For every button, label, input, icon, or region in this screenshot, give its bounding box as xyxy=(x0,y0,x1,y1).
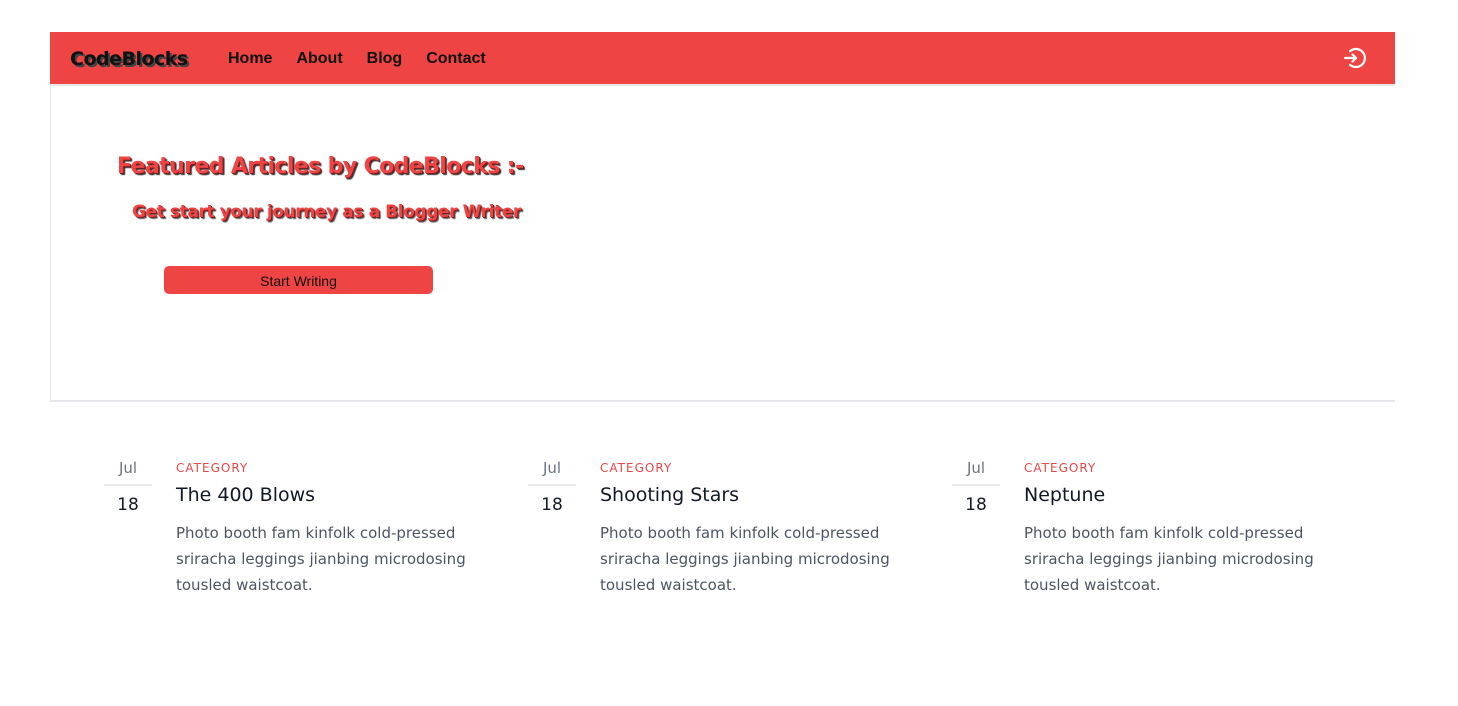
nav-links: Home About Blog Contact xyxy=(228,49,510,69)
post-category[interactable]: CATEGORY xyxy=(600,458,900,478)
login-icon[interactable] xyxy=(1341,45,1367,71)
login-arrow-circle-icon xyxy=(1343,47,1366,69)
hero-subtitle: Get start your journey as a Blogger Writ… xyxy=(132,202,521,222)
post-date-day: 18 xyxy=(117,495,139,515)
post-date-day: 18 xyxy=(541,495,563,515)
post-card: Jul 18 CATEGORY The 400 Blows Photo boot… xyxy=(104,458,484,608)
post-card: Jul 18 CATEGORY Neptune Photo booth fam … xyxy=(952,458,1332,608)
nav-link-home[interactable]: Home xyxy=(228,49,272,69)
hero-title: Featured Articles by CodeBlocks :- xyxy=(117,154,524,179)
post-date-month: Jul xyxy=(952,458,1000,486)
post-body: CATEGORY Shooting Stars Photo booth fam … xyxy=(600,458,900,598)
post-date-month: Jul xyxy=(104,458,152,486)
post-body: CATEGORY Neptune Photo booth fam kinfolk… xyxy=(1024,458,1324,598)
post-title[interactable]: The 400 Blows xyxy=(176,482,476,508)
post-excerpt: Photo booth fam kinfolk cold-pressed sri… xyxy=(176,524,466,594)
brand-logo[interactable]: CodeBlocks xyxy=(70,47,188,71)
post-title[interactable]: Neptune xyxy=(1024,482,1324,508)
navbar: CodeBlocks Home About Blog Contact xyxy=(50,32,1395,84)
post-card: Jul 18 CATEGORY Shooting Stars Photo boo… xyxy=(528,458,908,608)
post-body: CATEGORY The 400 Blows Photo booth fam k… xyxy=(176,458,476,598)
post-date: Jul 18 xyxy=(528,458,576,516)
post-title[interactable]: Shooting Stars xyxy=(600,482,900,508)
post-date-month: Jul xyxy=(528,458,576,486)
post-category[interactable]: CATEGORY xyxy=(176,458,476,478)
start-writing-button[interactable]: Start Writing xyxy=(164,266,433,294)
post-category[interactable]: CATEGORY xyxy=(1024,458,1324,478)
post-excerpt: Photo booth fam kinfolk cold-pressed sri… xyxy=(600,524,890,594)
post-date: Jul 18 xyxy=(104,458,152,516)
nav-link-contact[interactable]: Contact xyxy=(426,49,486,69)
post-excerpt: Photo booth fam kinfolk cold-pressed sri… xyxy=(1024,524,1314,594)
post-date-day: 18 xyxy=(965,495,987,515)
nav-link-about[interactable]: About xyxy=(296,49,342,69)
nav-link-blog[interactable]: Blog xyxy=(367,49,403,69)
hero-section: Featured Articles by CodeBlocks :- Get s… xyxy=(50,86,1395,402)
post-date: Jul 18 xyxy=(952,458,1000,516)
